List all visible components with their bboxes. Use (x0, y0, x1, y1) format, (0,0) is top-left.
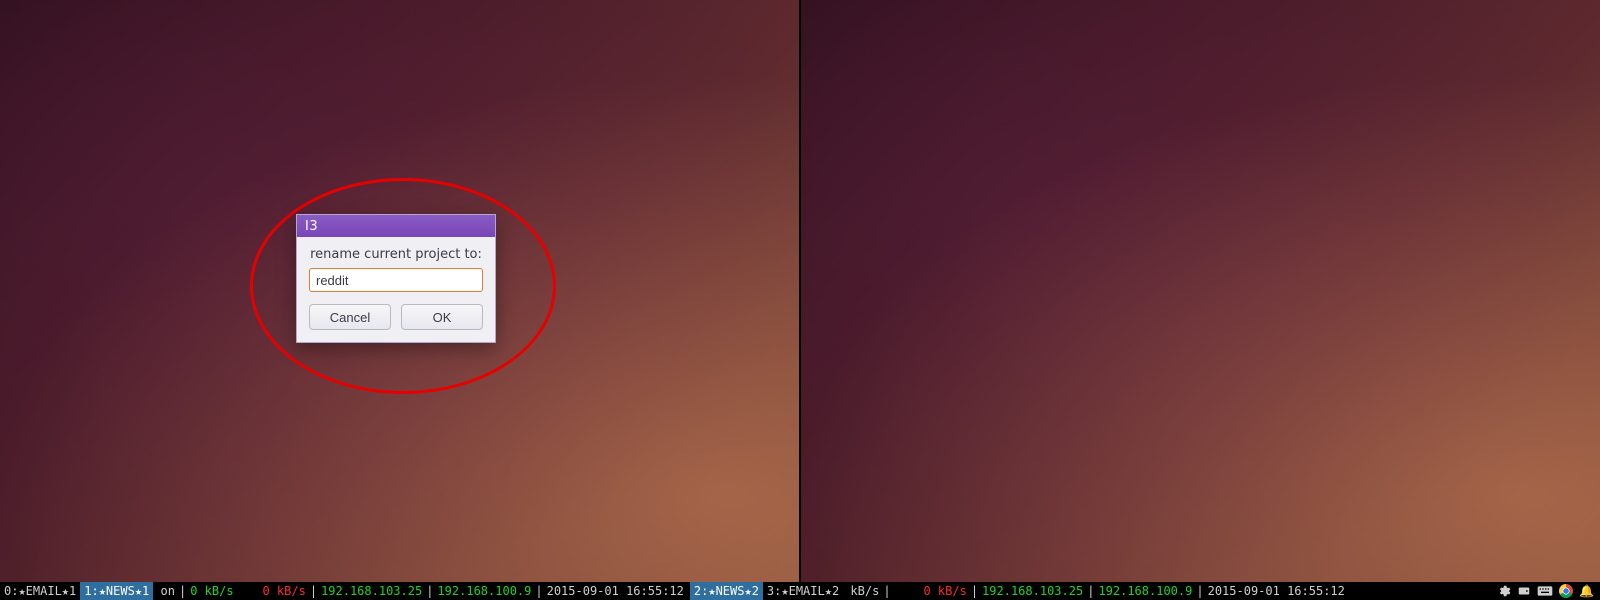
chrome-icon[interactable] (1559, 584, 1573, 598)
settings-icon[interactable] (1497, 584, 1511, 598)
kbs-label-right: kB/s (843, 582, 879, 600)
ip-b-right: 192.168.100.9 (1098, 582, 1192, 600)
ok-button[interactable]: OK (401, 304, 483, 330)
vpn-text: on (161, 584, 175, 598)
separator: | (531, 582, 546, 600)
net-up-right: 0 kB/s (923, 582, 966, 600)
separator: | (306, 582, 321, 600)
net-up-left: 0 kB/s (262, 582, 305, 600)
system-tray: 🔔 (1497, 582, 1600, 600)
clock-left: 2015-09-01 16:55:12 (547, 582, 684, 600)
rename-dialog: I3 rename current project to: Cancel OK (296, 214, 496, 343)
ip-b-left: 192.168.100.9 (437, 582, 531, 600)
notification-icon[interactable]: 🔔 (1579, 582, 1594, 600)
vpn-status-left: on (153, 582, 175, 600)
workspace-news-2[interactable]: 2:★NEWS★2 (690, 582, 763, 600)
desktop-left: I3 rename current project to: Cancel OK (0, 0, 799, 582)
separator: | (1083, 582, 1098, 600)
separator: | (967, 582, 982, 600)
hdd-icon[interactable] (1517, 584, 1531, 598)
dialog-buttons: Cancel OK (309, 304, 483, 330)
ip-a-right: 192.168.103.25 (982, 582, 1083, 600)
ip-a-left: 192.168.103.25 (321, 582, 422, 600)
keyboard-icon[interactable] (1537, 584, 1553, 598)
separator: | (175, 582, 190, 600)
separator: | (422, 582, 437, 600)
dialog-title: I3 (297, 215, 495, 237)
workspace-news-1[interactable]: 1:★NEWS★1 (80, 582, 153, 600)
separator: | (1192, 582, 1207, 600)
desktops: I3 rename current project to: Cancel OK (0, 0, 1600, 582)
dialog-body: rename current project to: Cancel OK (297, 237, 495, 342)
separator: | (879, 582, 894, 600)
workspace-email-2[interactable]: 3:★EMAIL★2 (763, 582, 843, 600)
net-down-left: 0 kB/s (190, 582, 233, 600)
rename-input[interactable] (309, 268, 483, 292)
clock-right: 2015-09-01 16:55:12 (1208, 582, 1345, 600)
dialog-label: rename current project to: (309, 247, 483, 262)
desktop-right (801, 0, 1600, 582)
cancel-button[interactable]: Cancel (309, 304, 391, 330)
workspace-email-1[interactable]: 0:★EMAIL★1 (0, 582, 80, 600)
status-bar: 0:★EMAIL★1 1:★NEWS★1 on | 0 kB/s 0 kB/s … (0, 582, 1600, 600)
